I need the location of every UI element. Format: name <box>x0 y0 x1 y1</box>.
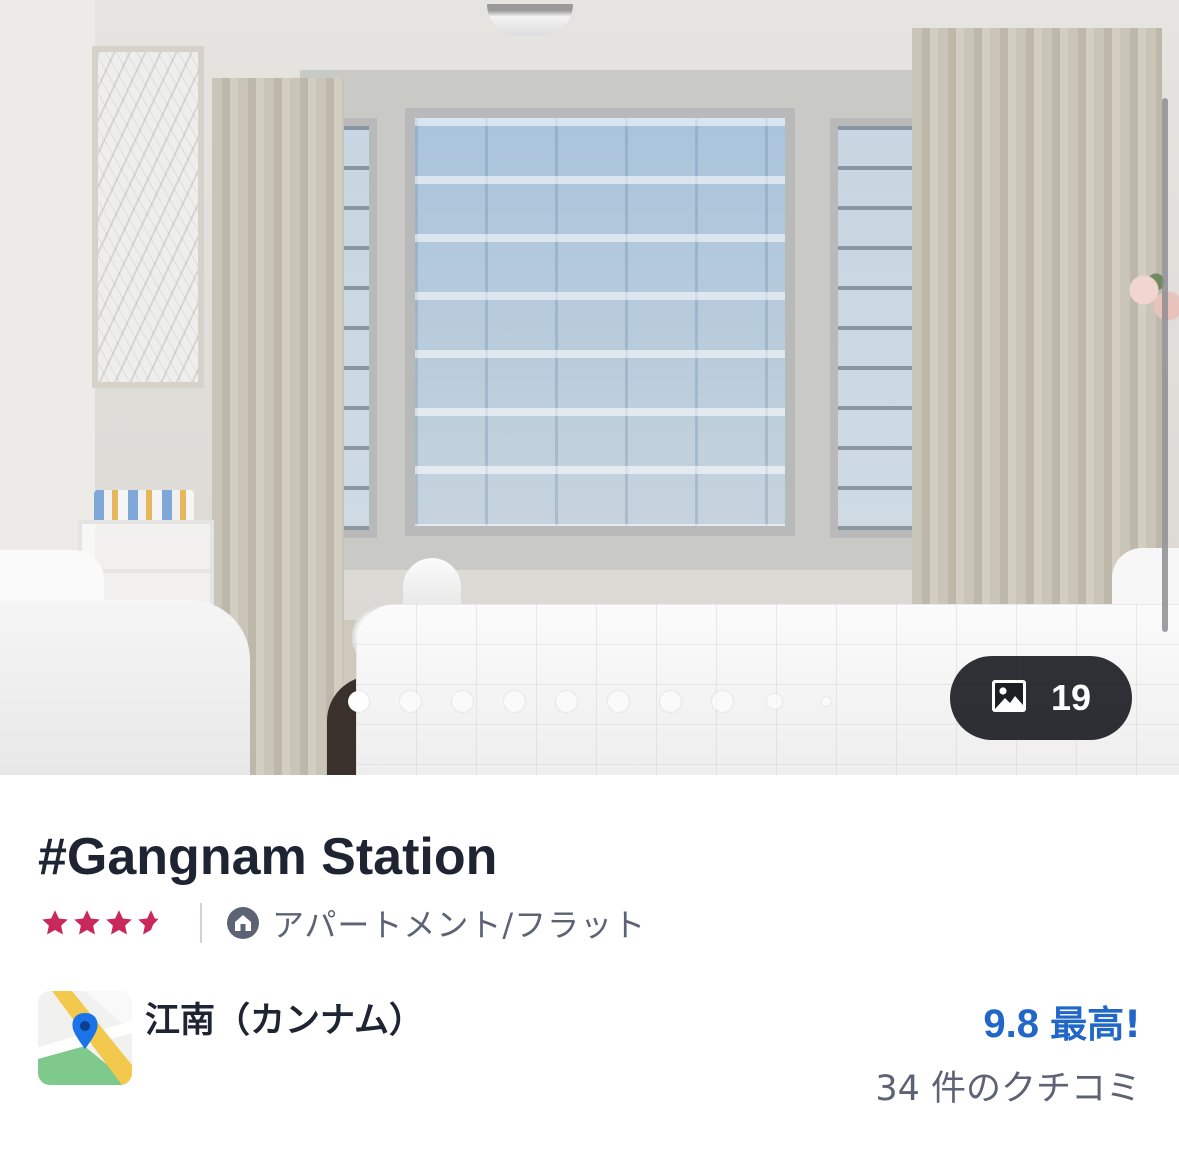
half-star-icon <box>138 910 159 935</box>
star-icon <box>106 910 132 935</box>
review-count-link[interactable]: 34 件のクチコミ <box>875 1060 1141 1111</box>
photo-count: 19 <box>1050 677 1092 718</box>
carousel-dot[interactable] <box>660 690 681 712</box>
ceiling-lamp <box>487 4 573 36</box>
carousel-dot[interactable] <box>767 693 782 709</box>
photo-count-button[interactable]: 19 <box>950 656 1132 740</box>
carousel-dots[interactable] <box>348 689 831 713</box>
wall-panel <box>92 46 204 388</box>
star-rating <box>40 908 166 938</box>
map-thumbnail[interactable] <box>38 991 132 1085</box>
star-icon <box>42 910 68 935</box>
property-type: アパートメント/フラット <box>272 906 647 944</box>
room-wall <box>0 0 95 560</box>
star-icon <box>74 910 100 935</box>
review-score[interactable]: 9.8 最高! <box>983 994 1141 1048</box>
listing-title[interactable]: #Gangnam Station <box>38 822 497 892</box>
review-score-label: 最高! <box>1050 1003 1141 1046</box>
image-icon <box>991 679 1027 717</box>
listing-photo[interactable]: 19 <box>0 0 1179 775</box>
carousel-dot[interactable] <box>504 690 525 712</box>
carousel-dot[interactable] <box>452 690 473 712</box>
carousel-dot[interactable] <box>556 690 577 712</box>
review-score-value: 9.8 <box>983 1002 1039 1046</box>
window-pane-right <box>830 118 920 538</box>
carousel-dot[interactable] <box>400 690 421 712</box>
carousel-dot[interactable] <box>608 690 629 712</box>
carousel-dot-active[interactable] <box>348 690 369 712</box>
divider <box>200 903 202 943</box>
carousel-dot[interactable] <box>822 696 831 706</box>
flower-decoration <box>1126 258 1179 338</box>
location-name[interactable]: 江南（カンナム） <box>145 992 424 1043</box>
map-pin-icon <box>38 991 132 1085</box>
carousel-dot[interactable] <box>712 690 733 712</box>
window-pane-center <box>405 108 795 536</box>
home-icon <box>226 906 260 940</box>
bed-left <box>0 600 250 775</box>
rating-and-type: アパートメント/フラット <box>40 897 646 949</box>
toiletries <box>94 490 194 522</box>
scroll-indicator[interactable] <box>1162 98 1168 632</box>
